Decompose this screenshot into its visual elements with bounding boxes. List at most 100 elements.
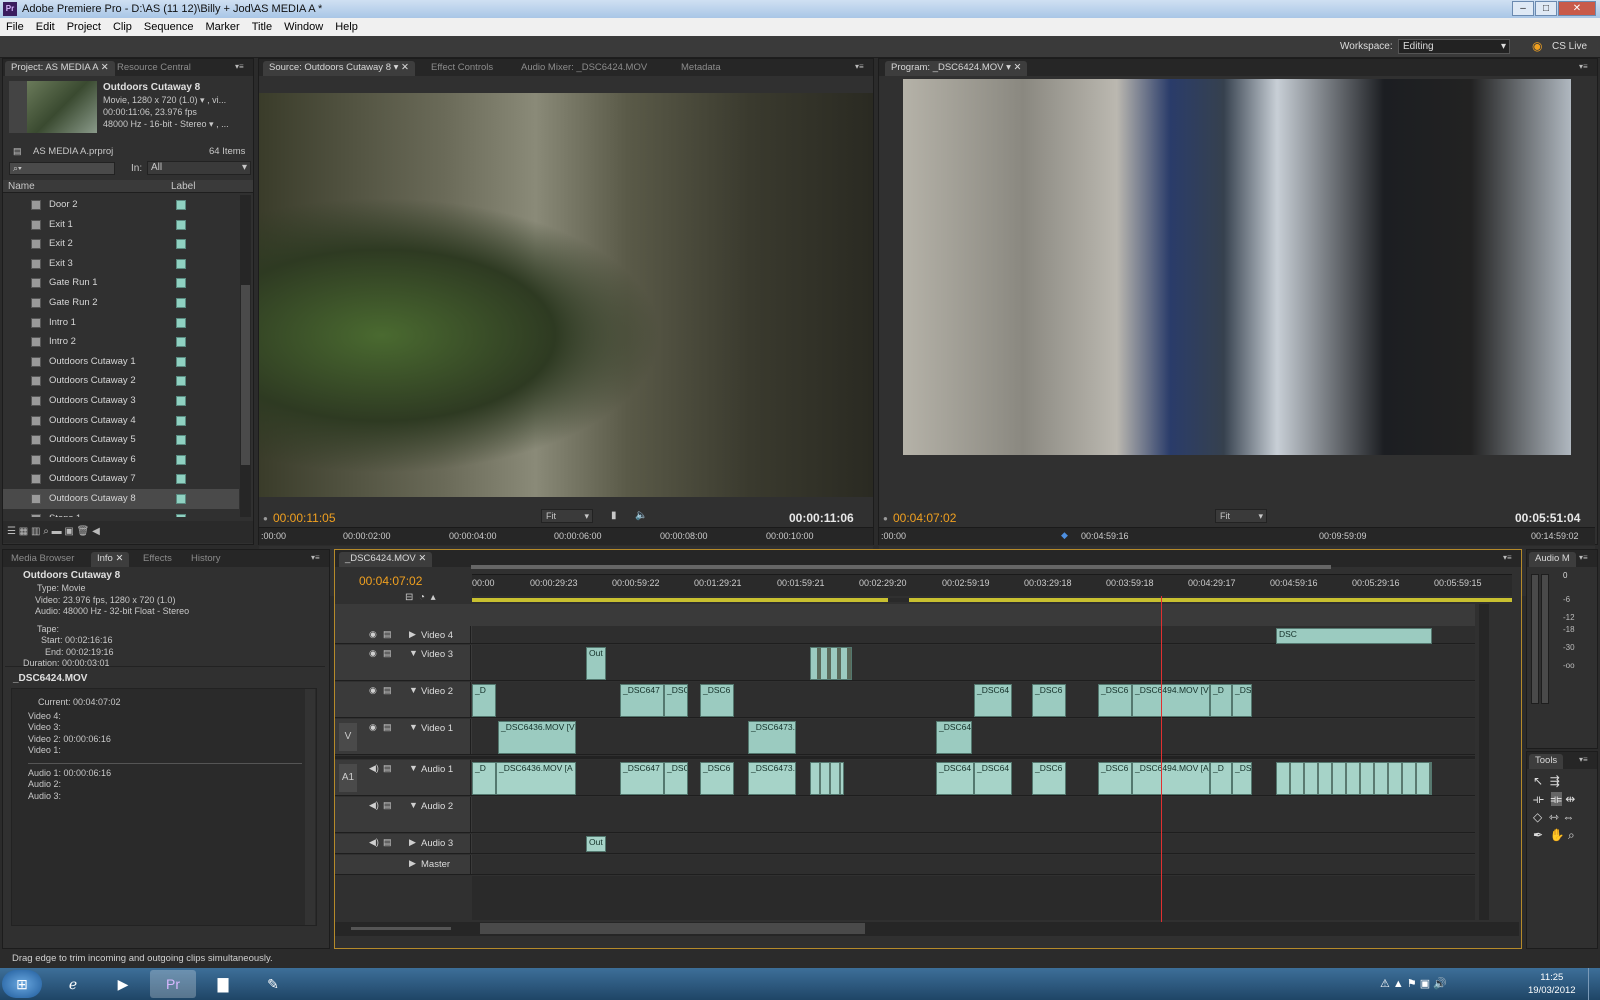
clip[interactable]: _DSC6 <box>700 762 734 795</box>
rate-stretch-tool-icon[interactable]: ⇹ <box>1565 792 1575 806</box>
menu-project[interactable]: Project <box>61 21 107 33</box>
premiere-taskbar-icon[interactable]: Pr <box>150 970 196 998</box>
clip[interactable]: _DSC <box>1232 762 1252 795</box>
program-timecode-current[interactable]: 00:04:07:02 <box>893 511 956 525</box>
drag-video-icon[interactable]: ▮ <box>611 510 617 521</box>
pen-tool-icon[interactable]: ✒ <box>1533 828 1543 842</box>
film-icon[interactable]: ▤ <box>383 629 392 640</box>
snap-icon[interactable]: ⊟ <box>405 592 413 603</box>
speaker-icon[interactable]: ◀) <box>369 837 379 848</box>
search-input[interactable]: ⌕▾ <box>9 162 115 175</box>
tab-history[interactable]: History <box>185 552 227 567</box>
clip[interactable]: _DSC6 <box>1098 762 1132 795</box>
film-icon[interactable]: ▤ <box>383 837 392 848</box>
menu-clip[interactable]: Clip <box>107 21 138 33</box>
find-icon[interactable]: ⌕ <box>43 526 49 537</box>
col-name[interactable]: Name <box>8 181 35 192</box>
list-item[interactable]: Outdoors Cutaway 2 <box>3 371 239 391</box>
clip[interactable]: _DSC64 <box>936 762 974 795</box>
panel-menu-icon[interactable]: ▾≡ <box>1579 755 1591 764</box>
clip[interactable]: _DSC6436.MOV [A <box>496 762 576 795</box>
film-icon[interactable]: ▤ <box>383 648 392 659</box>
scroll-left-icon[interactable]: ◀ <box>92 526 100 537</box>
clip[interactable]: _DSC6 <box>1032 762 1066 795</box>
tab-sequence[interactable]: _DSC6424.MOV ✕ <box>339 552 433 567</box>
list-item[interactable]: Outdoors Cutaway 6 <box>3 450 239 470</box>
cs-live-button[interactable]: CS Live <box>1552 41 1587 52</box>
timeline-ruler[interactable]: 00:00 00:00:29:23 00:00:59:22 00:01:29:2… <box>472 574 1512 596</box>
panel-menu-icon[interactable]: ▾≡ <box>1503 553 1515 562</box>
clip[interactable]: _DSC <box>664 762 688 795</box>
tab-audio-mixer[interactable]: Audio Mixer: _DSC6424.MOV <box>515 61 653 76</box>
start-button[interactable]: ⊞ <box>2 970 42 998</box>
marker-icon[interactable]: ◔ <box>419 592 425 603</box>
razor-tool-icon[interactable]: ◇ <box>1533 810 1542 824</box>
expand-icon[interactable]: ▼ <box>409 685 418 695</box>
automate-icon[interactable]: ▥ <box>31 526 40 537</box>
list-item[interactable]: Intro 2 <box>3 332 239 352</box>
clip[interactable]: _DSC6 <box>700 684 734 717</box>
menu-window[interactable]: Window <box>278 21 329 33</box>
media-player-icon[interactable]: ▶ <box>100 970 146 998</box>
list-item[interactable]: Exit 3 <box>3 254 239 274</box>
icon-view-icon[interactable]: ▦ <box>19 526 28 537</box>
clip[interactable] <box>810 762 844 795</box>
tab-effect-controls[interactable]: Effect Controls <box>425 61 499 76</box>
lock-icon[interactable]: ▴ <box>431 592 436 603</box>
clip[interactable]: _DSC647 <box>620 762 664 795</box>
speaker-icon[interactable]: ◀) <box>369 763 379 774</box>
expand-icon[interactable]: ▼ <box>409 763 418 773</box>
tab-info[interactable]: Info ✕ <box>91 552 130 567</box>
menu-marker[interactable]: Marker <box>199 21 245 33</box>
source-ruler[interactable]: :00:00 00:00:02:00 00:00:04:00 00:00:06:… <box>259 527 873 545</box>
tab-project[interactable]: Project: AS MEDIA A ✕ <box>5 61 115 76</box>
zoom-scroll[interactable] <box>471 565 1331 569</box>
expand-icon[interactable]: ▶ <box>409 858 416 869</box>
source-fit-select[interactable]: Fit ▾ <box>541 509 593 523</box>
program-fit-select[interactable]: Fit ▾ <box>1215 509 1267 523</box>
panel-menu-icon[interactable]: ▾≡ <box>1579 553 1591 562</box>
source-v-patch[interactable]: V <box>339 723 357 751</box>
menu-edit[interactable]: Edit <box>30 21 61 33</box>
zoom-slider[interactable] <box>351 927 451 930</box>
eye-icon[interactable]: ◉ <box>369 685 377 696</box>
list-item[interactable]: Outdoors Cutaway 3 <box>3 391 239 411</box>
timeline-timecode[interactable]: 00:04:07:02 <box>359 574 422 588</box>
tab-tools[interactable]: Tools <box>1529 754 1564 769</box>
timeline-hscroll[interactable] <box>480 923 865 934</box>
eye-icon[interactable]: ◉ <box>369 722 377 733</box>
clip[interactable]: _DSC6473. <box>748 721 796 754</box>
list-item[interactable]: Exit 2 <box>3 234 239 254</box>
maximize-button[interactable]: □ <box>1535 1 1557 16</box>
clip[interactable]: _DSC64 <box>974 762 1012 795</box>
film-icon[interactable]: ▤ <box>383 800 392 811</box>
minimize-button[interactable]: – <box>1512 1 1534 16</box>
clip[interactable]: _D <box>1210 684 1232 717</box>
list-item[interactable]: Outdoors Cutaway 4 <box>3 411 239 431</box>
explorer-icon[interactable]: ▇ <box>200 970 246 998</box>
close-button[interactable]: ✕ <box>1558 1 1596 16</box>
slip-tool-icon[interactable]: ⇿ <box>1549 810 1559 824</box>
clip[interactable]: _DSC6494.MOV [A <box>1132 762 1210 795</box>
tab-source[interactable]: Source: Outdoors Cutaway 8 ▾ ✕ <box>263 61 415 76</box>
list-item[interactable]: Outdoors Cutaway 5 <box>3 430 239 450</box>
list-item[interactable]: Outdoors Cutaway 1 <box>3 352 239 372</box>
clip[interactable]: _DSC647 <box>620 684 664 717</box>
new-item-icon[interactable]: ▣ <box>64 526 73 537</box>
clip[interactable] <box>810 647 852 680</box>
panel-menu-icon[interactable]: ▾≡ <box>311 553 323 562</box>
clip[interactable]: _DSC64 <box>974 684 1012 717</box>
paint-icon[interactable]: ✎ <box>250 970 296 998</box>
tab-audio-meters[interactable]: Audio M <box>1529 552 1576 567</box>
film-icon[interactable]: ▤ <box>383 763 392 774</box>
panel-menu-icon[interactable]: ▾≡ <box>855 62 867 71</box>
clip[interactable]: _DSC <box>1232 684 1252 717</box>
clip[interactable]: _DSC6 <box>1032 684 1066 717</box>
tab-metadata[interactable]: Metadata <box>675 61 727 76</box>
panel-menu-icon[interactable]: ▾≡ <box>235 62 247 71</box>
clip[interactable]: _D <box>1210 762 1232 795</box>
menu-title[interactable]: Title <box>246 21 278 33</box>
panel-menu-icon[interactable]: ▾≡ <box>1579 62 1591 71</box>
source-timecode-current[interactable]: 00:00:11:05 <box>273 511 336 525</box>
film-icon[interactable]: ▤ <box>383 722 392 733</box>
